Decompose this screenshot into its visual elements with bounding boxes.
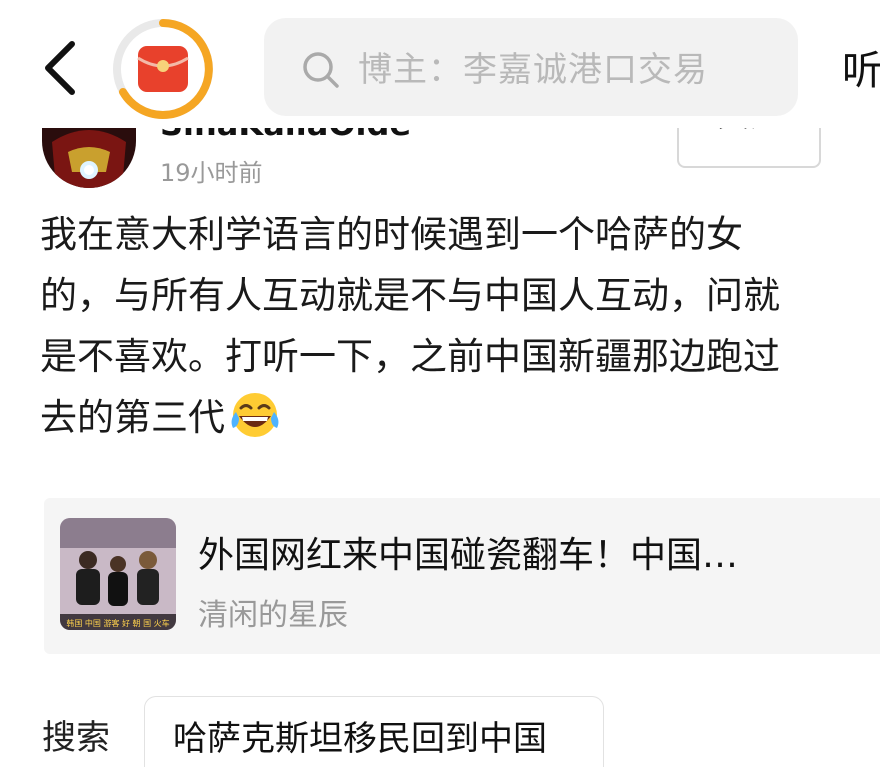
post-line: 是不喜欢。打听一下，之前中国新疆那边跑过 (40, 335, 780, 378)
video-card[interactable]: 韩国 中国 游客 好 朝 国 火车 外国网红来中国碰瓷翻车！中国… 清闲的星辰 (44, 498, 880, 654)
tears-of-joy-emoji-icon (231, 393, 279, 437)
post-time: 19小时前 (160, 159, 263, 187)
back-button[interactable] (36, 38, 86, 98)
related-search-label: 搜索 (42, 718, 110, 758)
post-body: 我在意大利学语言的时候遇到一个哈萨的女 的，与所有人互动就是不与中国人互动，问就… (40, 204, 880, 448)
related-search-query: 哈萨克斯坦移民回到中国 (173, 719, 547, 759)
red-packet-button[interactable] (110, 16, 216, 122)
chevron-left-icon (45, 41, 75, 95)
top-bar: 博主：李嘉诚港口交易 听 (0, 0, 880, 128)
post-line: 我在意大利学语言的时候遇到一个哈萨的女 (40, 213, 743, 256)
post-line: 的，与所有人互动就是不与中国人互动，问就 (40, 274, 780, 317)
search-icon (303, 52, 339, 88)
video-thumbnail: 韩国 中国 游客 好 朝 国 火车 (60, 518, 176, 630)
search-input[interactable]: 博主：李嘉诚港口交易 (358, 42, 708, 91)
video-title[interactable]: 外国网红来中国碰瓷翻车！中国… (198, 526, 738, 578)
listen-button[interactable]: 听 (842, 38, 880, 96)
search-bar[interactable]: 博主：李嘉诚港口交易 (264, 18, 798, 116)
red-envelope-icon (113, 19, 213, 119)
post-line-last: 去的第三代 (40, 387, 880, 448)
post-line-text: 去的第三代 (40, 396, 225, 439)
thumbnail-caption: 韩国 中国 游客 好 朝 国 火车 (66, 618, 169, 628)
related-search-tag[interactable]: 哈萨克斯坦移民回到中国 (144, 696, 604, 767)
video-author[interactable]: 清闲的星辰 (198, 590, 348, 634)
